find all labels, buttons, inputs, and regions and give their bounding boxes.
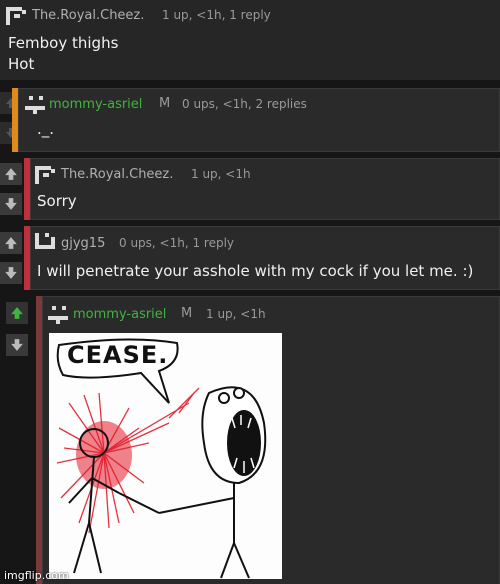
comment-meta: 1 up, <1h bbox=[191, 167, 251, 181]
comment-meta: 0 ups, <1h, 2 replies bbox=[182, 97, 307, 111]
watermark: imgflip.com bbox=[4, 569, 69, 582]
moderator-badge: M bbox=[159, 96, 171, 111]
avatar-icon[interactable] bbox=[48, 306, 70, 324]
moderator-badge: M bbox=[181, 306, 193, 321]
comment-4: gjyg15 0 ups, <1h, 1 reply I will penetr… bbox=[30, 226, 500, 290]
upvote-button[interactable] bbox=[6, 302, 28, 324]
downvote-arrow-icon bbox=[11, 339, 23, 351]
upvote-arrow-icon bbox=[5, 168, 17, 180]
comment-username[interactable]: mommy-asriel bbox=[49, 97, 142, 112]
comment-text-line: Hot bbox=[8, 55, 35, 73]
comment-username[interactable]: gjyg15 bbox=[61, 236, 105, 251]
comment-5: mommy-asriel M 1 up, <1h CEASE. bbox=[42, 296, 500, 584]
downvote-arrow-icon bbox=[5, 198, 17, 210]
comment-1: The.Royal.Cheez. 1 up, <1h, 1 reply Femb… bbox=[0, 0, 500, 80]
comment-image[interactable]: CEASE. bbox=[49, 333, 282, 579]
stick-figure-drawing bbox=[56, 338, 267, 579]
avatar-icon[interactable] bbox=[25, 96, 47, 114]
avatar-icon[interactable] bbox=[35, 166, 57, 184]
downvote-button[interactable] bbox=[6, 334, 28, 356]
comment-meta: 1 up, <1h, 1 reply bbox=[162, 8, 271, 22]
upvote-arrow-icon bbox=[11, 307, 23, 319]
comment-3: The.Royal.Cheez. 1 up, <1h Sorry bbox=[30, 158, 500, 220]
comment-text-line: I will penetrate your asshole with my co… bbox=[37, 262, 474, 280]
comment-username[interactable]: The.Royal.Cheez. bbox=[32, 8, 144, 23]
comment-2: mommy-asriel M 0 ups, <1h, 2 replies ._. bbox=[18, 88, 500, 152]
vote-controls bbox=[0, 232, 22, 287]
vote-controls bbox=[6, 302, 28, 357]
avatar-icon[interactable] bbox=[35, 233, 57, 251]
downvote-button[interactable] bbox=[0, 262, 22, 284]
upvote-button[interactable] bbox=[0, 232, 22, 254]
comment-meta: 1 up, <1h bbox=[206, 307, 266, 321]
comment-text-line: Sorry bbox=[37, 192, 77, 210]
comment-text-line: Femboy thighs bbox=[8, 34, 119, 52]
comment-username[interactable]: mommy-asriel bbox=[73, 307, 166, 322]
vote-controls bbox=[0, 163, 22, 218]
comment-text-line: ._. bbox=[37, 120, 55, 138]
downvote-arrow-icon bbox=[5, 267, 17, 279]
comment-meta: 0 ups, <1h, 1 reply bbox=[119, 236, 235, 250]
downvote-button[interactable] bbox=[0, 193, 22, 215]
upvote-arrow-icon bbox=[5, 237, 17, 249]
avatar-icon[interactable] bbox=[6, 7, 28, 25]
image-caption: CEASE. bbox=[67, 341, 169, 369]
comment-username[interactable]: The.Royal.Cheez. bbox=[61, 167, 173, 182]
upvote-button[interactable] bbox=[0, 163, 22, 185]
